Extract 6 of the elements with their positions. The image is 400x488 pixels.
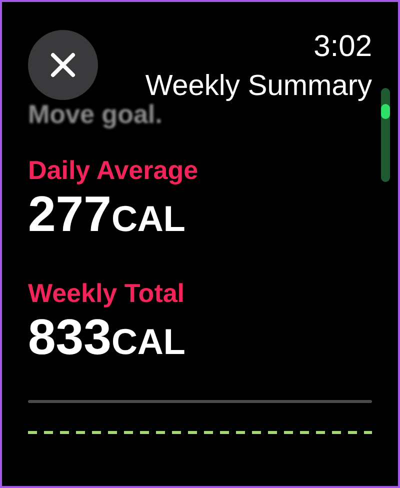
stat-label: Weekly Total (28, 277, 185, 309)
stat-label: Daily Average (28, 154, 198, 186)
stat-value: 833CAL (28, 309, 186, 367)
close-icon (50, 52, 76, 78)
stat-value: 277CAL (28, 186, 186, 244)
clock-time: 3:02 (314, 30, 372, 64)
